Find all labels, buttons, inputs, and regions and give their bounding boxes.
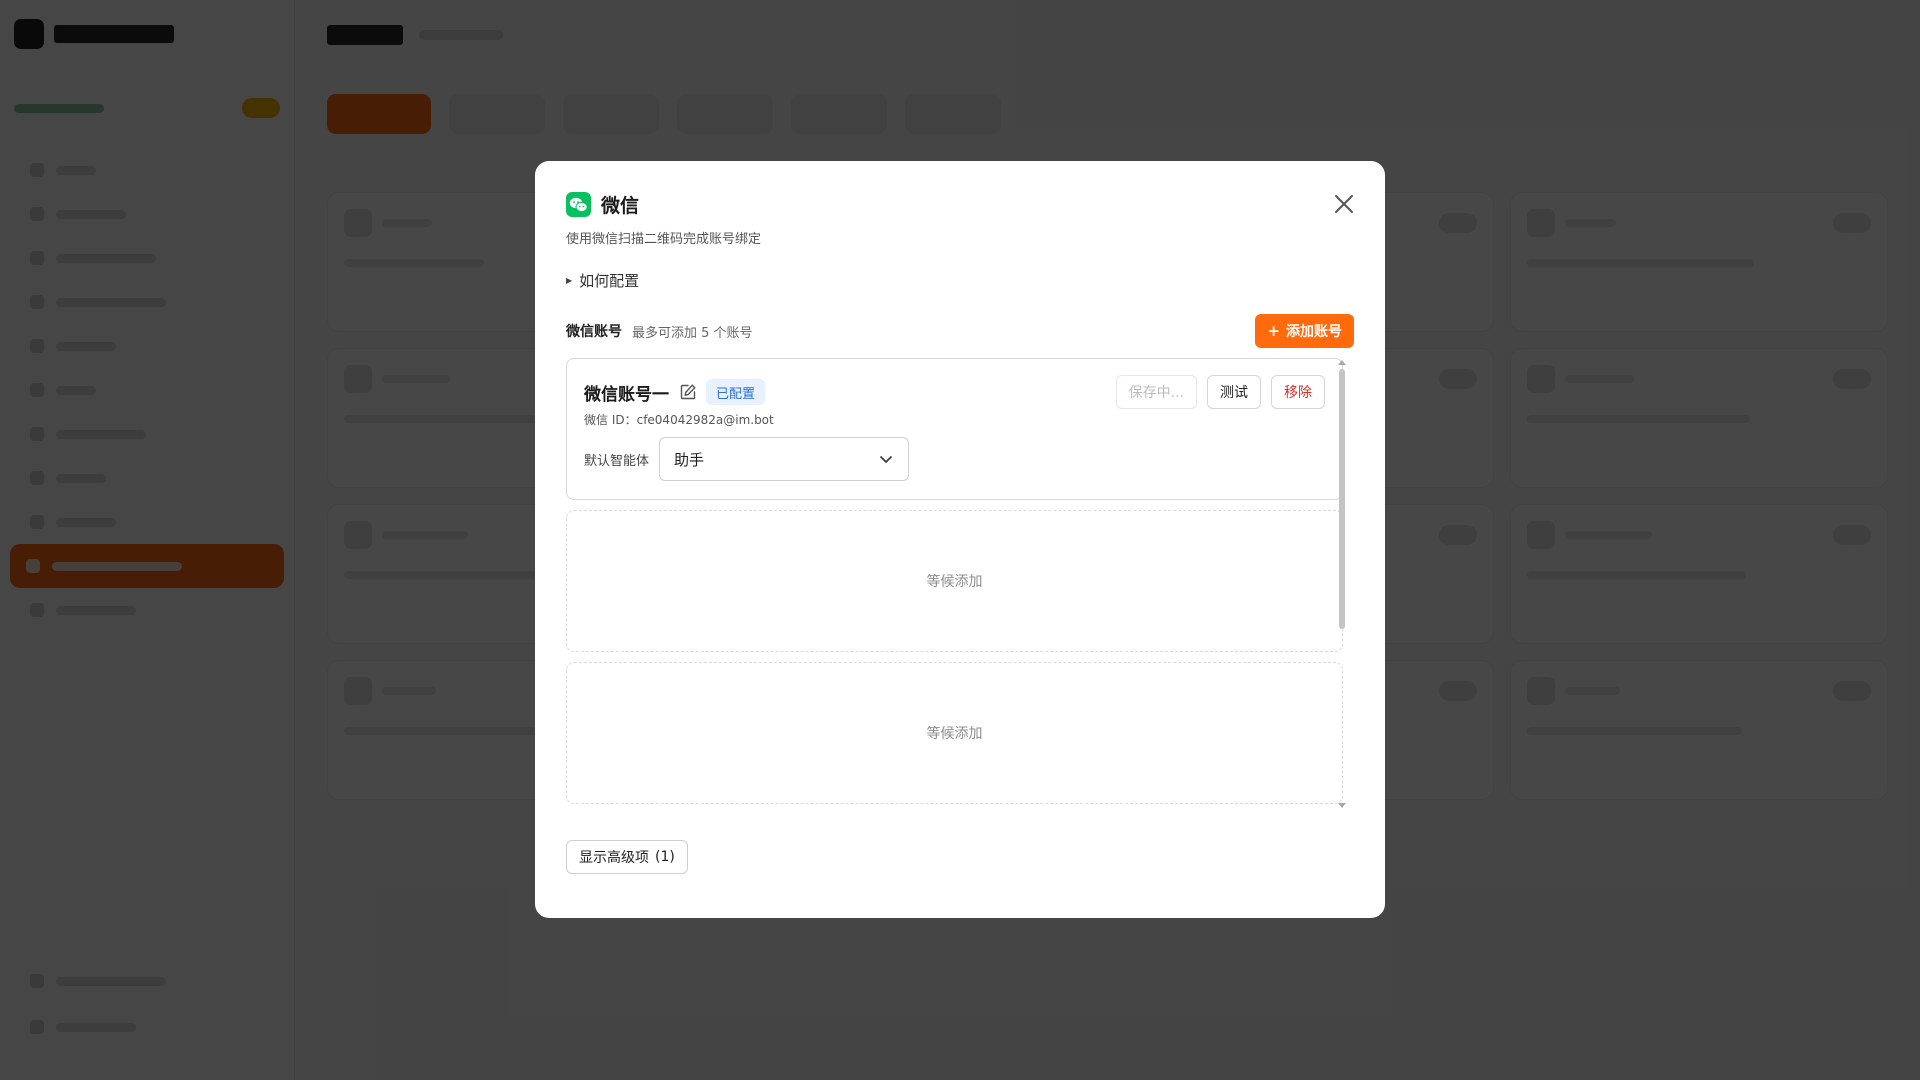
add-account-label: 添加账号 xyxy=(1286,324,1342,340)
list-scrollbar[interactable] xyxy=(1337,358,1347,810)
edit-icon[interactable] xyxy=(679,383,697,401)
chevron-down-icon xyxy=(880,456,892,463)
show-advanced-count: (1) xyxy=(655,849,675,865)
account-id: 微信 ID：cfe04042982a@im.bot xyxy=(584,413,774,427)
default-agent-label: 默认智能体 xyxy=(584,453,650,469)
accounts-hint: 最多可添加 5 个账号 xyxy=(632,325,753,341)
accounts-title: 微信账号 xyxy=(566,324,622,340)
default-agent-row: 默认智能体 助手 xyxy=(584,437,1325,481)
dialog-title: 微信 xyxy=(601,195,640,217)
remove-button[interactable]: 移除 xyxy=(1271,375,1325,409)
wechat-config-dialog: 微信 使用微信扫描二维码完成账号绑定 ▶ 如何配置 微信账号 最多可添加 5 个… xyxy=(535,161,1385,918)
howto-label: 如何配置 xyxy=(579,272,640,290)
wechat-icon xyxy=(566,192,591,217)
empty-slot-label: 等候添加 xyxy=(926,574,983,590)
account-name: 微信账号一 xyxy=(584,384,669,405)
save-button[interactable]: 保存中... xyxy=(1115,375,1197,409)
account-card: 微信账号一 已配置 保存中... 测试 移除 微信 ID：cfe04042982… xyxy=(566,358,1343,500)
close-icon xyxy=(1335,195,1353,213)
status-badge: 已配置 xyxy=(706,379,766,405)
plus-icon: + xyxy=(1267,322,1280,340)
howto-toggle[interactable]: ▶ 如何配置 xyxy=(566,270,1354,291)
accounts-list-container[interactable]: 微信账号一 已配置 保存中... 测试 移除 微信 ID：cfe04042982… xyxy=(566,358,1354,810)
scroll-up-arrow-icon[interactable] xyxy=(1338,360,1346,365)
show-advanced-label: 显示高级项 xyxy=(579,850,649,866)
dialog-header: 微信 xyxy=(566,191,1354,218)
empty-account-slot: 等候添加 xyxy=(566,510,1343,652)
default-agent-select[interactable]: 助手 xyxy=(659,437,910,481)
account-card-header: 微信账号一 已配置 保存中... 测试 移除 xyxy=(584,375,1325,409)
default-agent-value: 助手 xyxy=(674,450,705,469)
caret-right-icon: ▶ xyxy=(566,276,573,285)
accounts-list: 微信账号一 已配置 保存中... 测试 移除 微信 ID：cfe04042982… xyxy=(566,358,1343,804)
empty-account-slot: 等候添加 xyxy=(566,662,1343,804)
show-advanced-button[interactable]: 显示高级项 (1) xyxy=(566,840,688,874)
scroll-down-arrow-icon[interactable] xyxy=(1338,803,1346,808)
close-button[interactable] xyxy=(1327,187,1361,221)
test-button[interactable]: 测试 xyxy=(1207,375,1261,409)
empty-slot-label: 等候添加 xyxy=(926,726,983,742)
dialog-description: 使用微信扫描二维码完成账号绑定 xyxy=(566,232,762,247)
accounts-header: 微信账号 最多可添加 5 个账号 + 添加账号 xyxy=(566,314,1354,348)
account-actions: 保存中... 测试 移除 xyxy=(1115,375,1325,409)
scrollbar-thumb[interactable] xyxy=(1339,369,1345,629)
add-account-button[interactable]: + 添加账号 xyxy=(1255,314,1354,348)
